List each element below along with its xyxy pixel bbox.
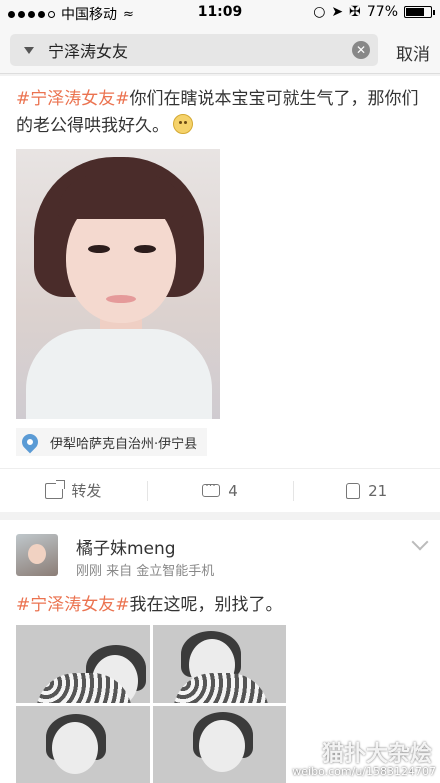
weibo-post: #宁泽涛女友#你们在瞎说本宝宝可就生气了，那你们的老公得哄我好久。 伊犁哈萨克自… <box>0 76 440 512</box>
post-photo[interactable] <box>16 149 220 419</box>
battery-icon <box>404 6 435 18</box>
comment-icon <box>202 479 221 497</box>
search-query-text[interactable]: 宁泽涛女友 <box>48 38 352 62</box>
search-input[interactable]: 宁泽涛女友 ✕ <box>10 34 378 66</box>
rotation-lock-icon: ○ <box>313 4 326 20</box>
post-text: #宁泽涛女友#你们在瞎说本宝宝可就生气了，那你们的老公得哄我好久。 <box>16 86 426 140</box>
location-pin-icon <box>18 430 42 454</box>
comment-count: 4 <box>228 481 238 500</box>
status-right: ○ ➤ ✠ 77% <box>313 4 435 20</box>
like-count: 21 <box>368 481 388 500</box>
avatar[interactable] <box>16 534 58 576</box>
hashtag-link[interactable]: #宁泽涛女友# <box>16 89 130 109</box>
clear-icon[interactable]: ✕ <box>352 41 370 59</box>
thumbs-up-icon <box>346 482 361 499</box>
search-bar: 宁泽涛女友 ✕ 取消 <box>0 26 440 74</box>
watermark-url: weibo.com/u/1583124707 <box>292 765 436 778</box>
hashtag-link[interactable]: #宁泽涛女友# <box>16 595 130 615</box>
grid-photo[interactable] <box>152 705 286 783</box>
grid-photo[interactable] <box>16 705 150 783</box>
post-text: #宁泽涛女友#我在这呢，别找了。 <box>16 592 426 619</box>
cancel-button[interactable]: 取消 <box>396 40 430 65</box>
location-arrow-icon: ➤ <box>331 4 344 20</box>
grid-photo[interactable] <box>152 625 286 703</box>
comment-button[interactable]: 4 <box>146 469 294 512</box>
action-bar: 转发 4 21 <box>0 468 440 512</box>
battery-percent: 77% <box>366 4 398 20</box>
location-label: 伊犁哈萨克自治州·伊宁县 <box>50 436 198 452</box>
smile-emoji-icon <box>173 114 193 134</box>
watermark-logo: 猫扑大杂烩 <box>321 742 432 767</box>
photo-grid <box>16 625 286 783</box>
repost-button[interactable]: 转发 <box>0 469 147 512</box>
status-bar: 中国移动 ≈ 11:09 ○ ➤ ✠ 77% <box>0 0 440 26</box>
chevron-down-icon[interactable] <box>411 533 429 551</box>
repost-label: 转发 <box>71 482 102 500</box>
repost-icon <box>45 479 66 499</box>
grid-photo[interactable] <box>16 625 150 703</box>
post-meta: 刚刚 来自 金立智能手机 <box>76 564 215 579</box>
username[interactable]: 橘子妹meng <box>76 534 176 559</box>
bluetooth-icon: ✠ <box>349 4 361 20</box>
location-tag[interactable]: 伊犁哈萨克自治州·伊宁县 <box>16 428 208 456</box>
dropdown-caret-icon[interactable] <box>24 46 34 54</box>
post-body: 我在这呢，别找了。 <box>129 595 283 615</box>
like-button[interactable]: 21 <box>293 469 440 512</box>
